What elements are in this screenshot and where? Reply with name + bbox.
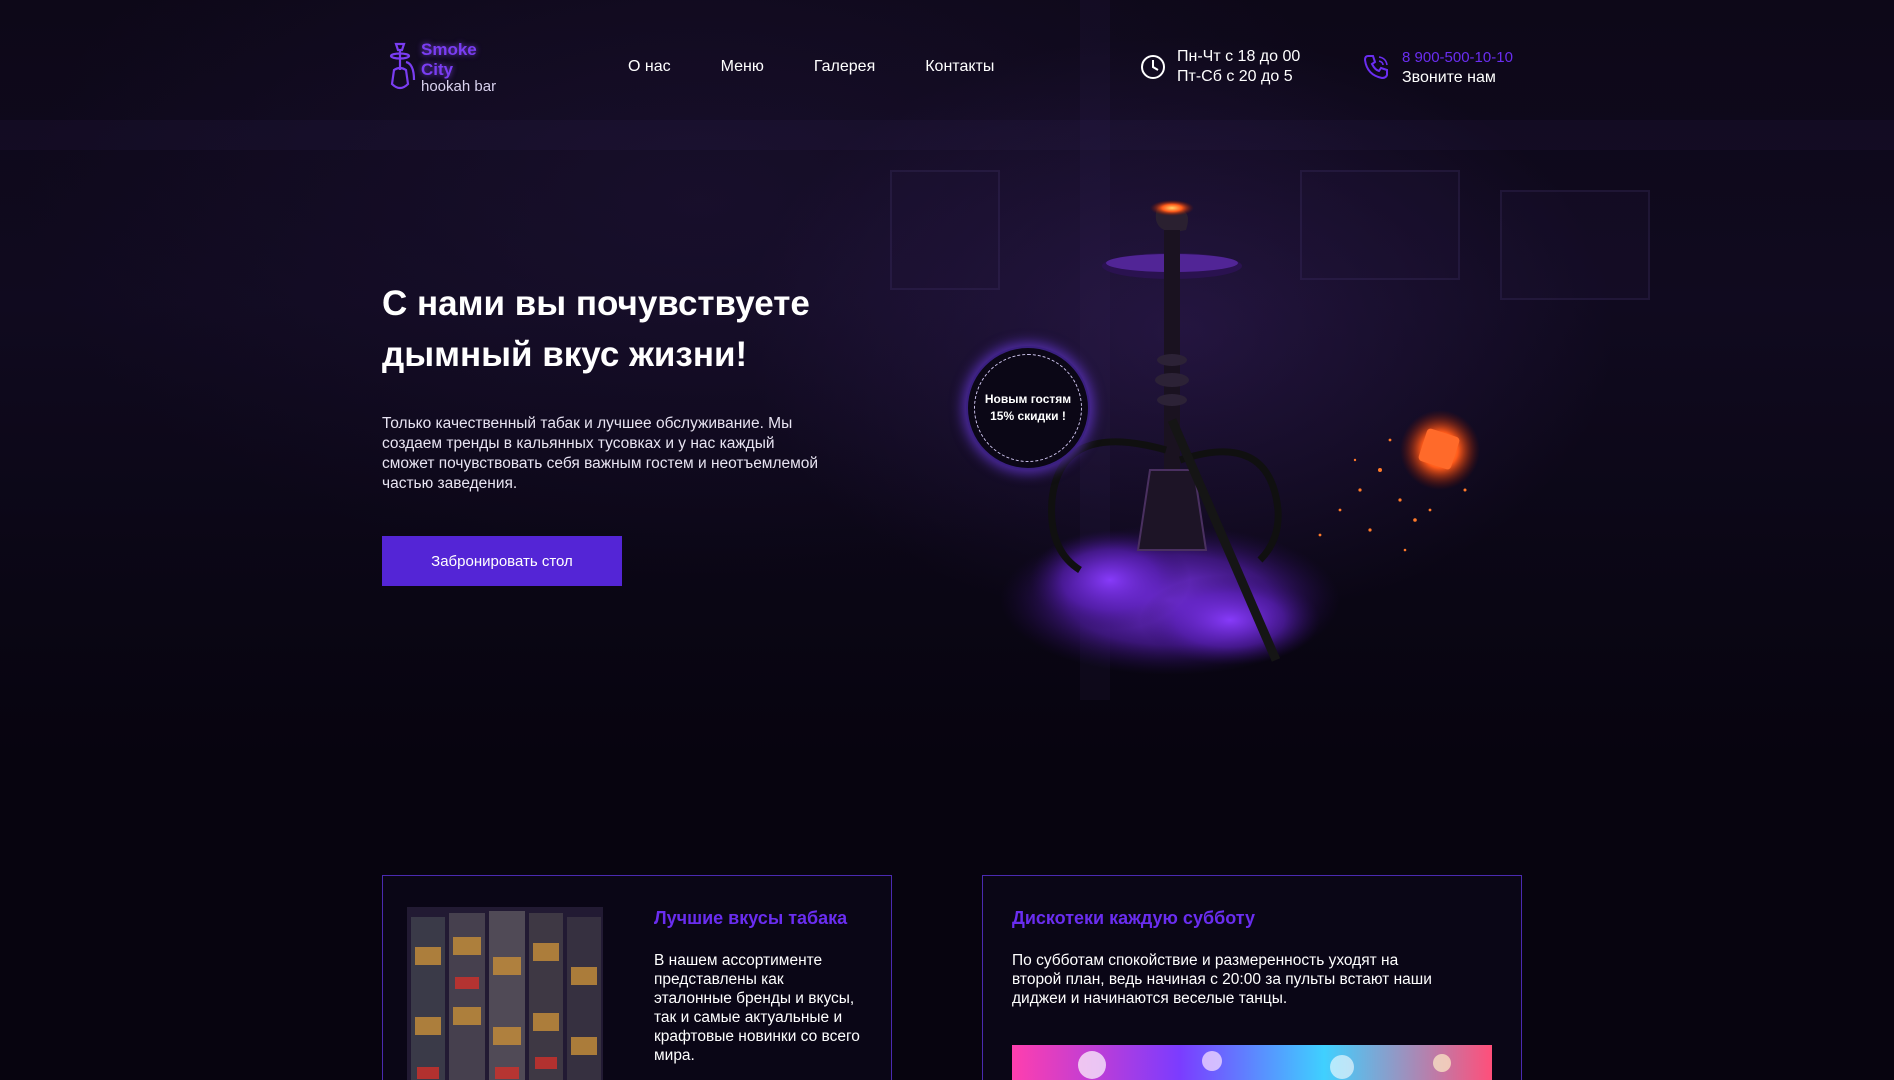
phone-icon [1363, 55, 1388, 80]
feature-title-disco: Дискотеки каждую субботу [1012, 908, 1256, 928]
clock-icon [1141, 55, 1165, 79]
nav-link-contacts[interactable]: Контакты [925, 58, 994, 76]
hours-weekend: Пт-Сб с 20 до 5 [1177, 68, 1293, 85]
badge-line2: 15% скидки ! [990, 409, 1066, 423]
phone-number-link[interactable]: 8 900-500-10-10 [1402, 49, 1513, 66]
disco-photo [1012, 1045, 1492, 1080]
hero-description: Только качественный табак и лучшее обслу… [382, 415, 819, 492]
nav-link-gallery[interactable]: Галерея [814, 58, 875, 76]
logo-name-line1: Smoke [421, 40, 477, 59]
logo-name-line2: City [421, 60, 454, 79]
hero-headline: С нами вы почувствуете дымный вкус жизни… [382, 278, 902, 380]
nav-link-menu[interactable]: Меню [721, 58, 764, 76]
hero-headline-line1: С нами вы почувствуете [382, 284, 810, 323]
phone-contact: 8 900-500-10-10 Звоните нам [1362, 48, 1542, 92]
tobacco-photo [407, 907, 603, 1080]
hours-weekdays: Пн-Чт с 18 до 00 [1177, 48, 1301, 65]
opening-hours: Пн-Чт с 18 до 00 Пт-Сб с 20 до 5 [1140, 48, 1330, 92]
main-nav: О нас Меню Галерея Контакты [628, 58, 994, 76]
background-window [1500, 190, 1650, 300]
hero-headline-line2: дымный вкус жизни! [382, 335, 748, 374]
book-table-button[interactable]: Забронировать стол [382, 536, 622, 586]
badge-line1: Новым гостям [984, 392, 1072, 406]
feature-text-tobacco: В нашем ассортименте представлены как эт… [654, 952, 860, 1064]
feature-title-tobacco: Лучшие вкусы табака [654, 908, 848, 928]
discount-badge: Новым гостям 15% скидки ! [966, 346, 1090, 470]
background-beam [0, 120, 1894, 150]
nav-link-about[interactable]: О нас [628, 58, 671, 76]
logo[interactable]: Smoke City hookah bar [384, 38, 504, 98]
discount-badge-inner: Новым гостям 15% скидки ! [974, 354, 1082, 462]
feature-text-disco: По субботам спокойствие и размеренность … [1012, 952, 1432, 1007]
hookah-logo-icon [389, 42, 416, 90]
hero-background [0, 0, 1894, 760]
feature-card-tobacco: Лучшие вкусы табака В нашем ассортименте… [382, 875, 892, 1080]
logo-subtitle: hookah bar [421, 78, 497, 95]
feature-card-disco: Дискотеки каждую субботу По субботам спо… [982, 875, 1522, 1080]
phone-call-label: Звоните нам [1402, 69, 1496, 86]
